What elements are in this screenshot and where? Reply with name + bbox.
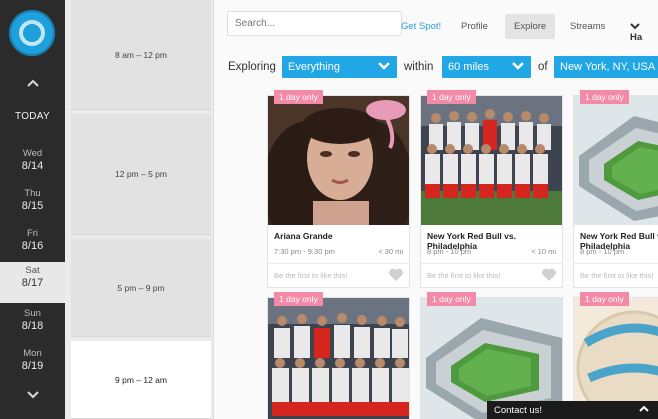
one-day-badge: 1 day only	[274, 90, 323, 104]
day-of-week: Sat	[25, 265, 40, 276]
like-prompt: Be the first to like this!	[274, 271, 348, 280]
top-navigation: Get Spot! Profile Explore Streams Ha	[214, 0, 658, 46]
like-prompt: Be the first to like this!	[580, 271, 654, 280]
day-of-week: Thu	[24, 188, 41, 199]
distance-value: 60 miles	[448, 61, 489, 73]
nav-streams[interactable]: Streams	[561, 14, 614, 39]
event-title: Ariana Grande	[274, 231, 333, 241]
day-item-sat[interactable]: Sat 8/17	[0, 262, 65, 303]
event-time: 8 pm - 10 pm	[580, 247, 625, 256]
one-day-badge: 1 day only	[274, 292, 323, 306]
today-label[interactable]: TODAY	[0, 111, 65, 122]
location-value: New York, NY, USA	[560, 61, 656, 73]
event-image	[421, 96, 562, 225]
day-item-wed[interactable]: Wed 8/14	[0, 145, 65, 186]
event-distance: < 10 mi	[531, 247, 556, 256]
event-meta: 8 pm - 10 pm	[574, 247, 658, 263]
user-menu[interactable]: Ha	[621, 14, 658, 43]
day-date: 8/19	[21, 360, 44, 372]
day-date: 8/14	[21, 160, 44, 172]
day-item-sun[interactable]: Sun 8/18	[0, 305, 65, 346]
day-item-thu[interactable]: Thu 8/15	[0, 185, 65, 226]
day-item-fri[interactable]: Fri 8/16	[0, 225, 65, 266]
day-date: 8/16	[21, 240, 44, 252]
day-of-week: Wed	[22, 148, 43, 159]
time-slot[interactable]: 12 pm – 5 pm	[71, 114, 211, 235]
day-date: 8/15	[21, 200, 44, 212]
nav-profile[interactable]: Profile	[452, 14, 497, 39]
one-day-badge: 1 day only	[427, 90, 476, 104]
get-spot-link[interactable]: Get Spot!	[392, 14, 450, 39]
search-input[interactable]	[235, 18, 394, 29]
of-label: of	[538, 61, 548, 73]
one-day-badge: 1 day only	[580, 292, 629, 306]
event-image	[268, 298, 409, 419]
contact-label: Contact us!	[494, 405, 543, 416]
day-date: 8/17	[21, 277, 44, 289]
event-meta: 8 pm - 10 pm < 10 mi	[421, 247, 562, 263]
event-image	[574, 96, 658, 225]
category-value: Everything	[288, 61, 340, 73]
event-card[interactable]: 1 day only	[420, 90, 563, 288]
day-of-week: Sun	[24, 308, 41, 319]
user-name: Ha	[630, 32, 643, 43]
app-root: TODAY Wed 8/14 Thu 8/15 Fri 8/16 Sat 8/1…	[0, 0, 658, 419]
event-title: New York Red Bull vs. Philadelphia	[580, 231, 658, 251]
exploring-label: Exploring	[228, 61, 276, 73]
event-time: 7:30 pm - 9:30 pm	[274, 247, 335, 256]
event-image	[268, 96, 409, 225]
chevron-up-icon[interactable]	[0, 78, 65, 88]
location-field[interactable]: New York, NY, USA	[554, 56, 658, 78]
event-time: 8 pm - 10 pm	[427, 247, 472, 256]
within-label: within	[404, 61, 434, 73]
contact-us-bar[interactable]: Contact us!	[487, 401, 658, 419]
one-day-badge: 1 day only	[427, 292, 476, 306]
search-field[interactable]	[227, 11, 402, 36]
time-slot[interactable]: 8 am – 12 pm	[71, 0, 211, 110]
event-title: New York Red Bull vs. Philadelphia	[427, 231, 516, 251]
day-of-week: Fri	[26, 228, 39, 239]
heart-icon[interactable]	[541, 267, 557, 282]
event-card[interactable]: 1 day only New York Red Bull vs. Philade…	[573, 90, 658, 288]
like-row: Be the first to like this!	[268, 263, 409, 287]
date-rail: TODAY Wed 8/14 Thu 8/15 Fri 8/16 Sat 8/1…	[0, 0, 65, 419]
category-select[interactable]: Everything	[282, 56, 397, 78]
nav-explore[interactable]: Explore	[505, 14, 556, 39]
chevron-up-icon	[639, 405, 649, 412]
like-prompt: Be the first to like this!	[427, 271, 501, 280]
like-row: Be the first to like this!	[421, 263, 562, 287]
time-slot[interactable]: 5 pm – 9 pm	[71, 239, 211, 337]
chevron-down-icon	[378, 62, 390, 70]
app-logo[interactable]	[9, 10, 55, 56]
chevron-down-icon	[512, 62, 524, 70]
event-distance: < 30 mi	[378, 247, 403, 256]
main-panel: Get Spot! Profile Explore Streams Ha Exp…	[213, 0, 658, 419]
explore-filter-bar: Exploring Everything within 60 miles of …	[214, 54, 658, 80]
distance-select[interactable]: 60 miles	[442, 56, 531, 78]
like-row: Be the first to like this!	[574, 263, 658, 287]
time-slot-selected[interactable]: 9 pm – 12 am	[71, 341, 211, 419]
chevron-down-icon	[630, 23, 640, 30]
day-item-mon[interactable]: Mon 8/19	[0, 345, 65, 386]
one-day-badge: 1 day only	[580, 90, 629, 104]
event-card[interactable]: 1 day only Ariana Grande 7:30 pm - 9:30 …	[267, 90, 410, 288]
day-date: 8/18	[21, 320, 44, 332]
time-slot-column: 8 am – 12 pm 12 pm – 5 pm 5 pm – 9 pm 9 …	[65, 0, 215, 419]
event-meta: 7:30 pm - 9:30 pm < 30 mi	[268, 247, 409, 263]
day-of-week: Mon	[23, 348, 42, 359]
event-card[interactable]: 1 day only	[267, 292, 410, 419]
heart-icon[interactable]	[388, 267, 404, 282]
chevron-down-icon[interactable]	[0, 390, 65, 400]
